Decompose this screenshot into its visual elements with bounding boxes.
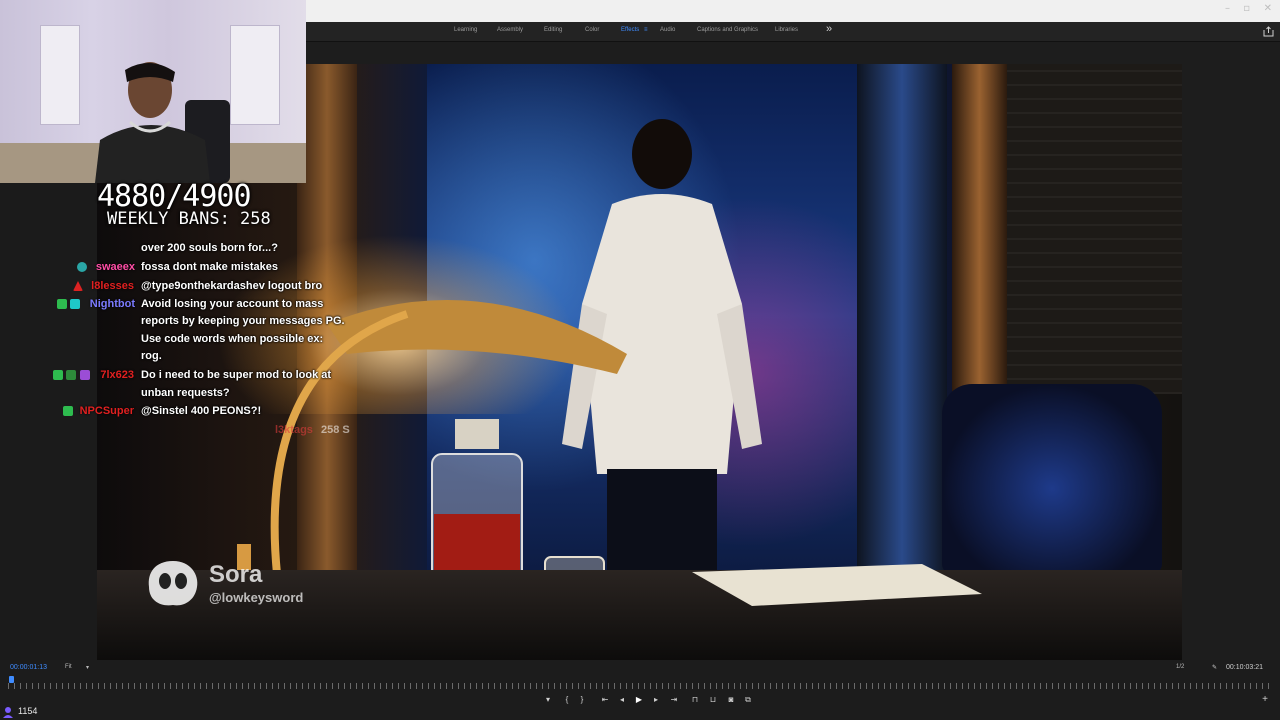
chat-username: swaeex	[95, 261, 135, 273]
comparison-view-icon[interactable]: ⧉	[743, 695, 753, 705]
door	[230, 25, 280, 125]
badge-icon	[70, 299, 80, 309]
maximize-icon[interactable]: ▫	[1243, 3, 1250, 14]
duration-timecode: 00:10:03:21	[1226, 664, 1263, 671]
chat-username: l8lesses	[91, 280, 134, 292]
door	[40, 25, 80, 125]
chat-username: NPCSuper	[79, 405, 134, 417]
badge-icon	[53, 370, 63, 380]
chat-username	[133, 242, 136, 254]
chat-message: unban requests?	[141, 387, 230, 399]
share-icon[interactable]	[1263, 26, 1274, 37]
sora-logo-icon	[148, 561, 198, 606]
sora-watermark-name: Sora	[209, 561, 263, 588]
tab-color[interactable]: Color	[585, 27, 599, 33]
badge-icon	[80, 370, 90, 380]
camera-icon[interactable]: ◙	[726, 695, 736, 705]
chat-message: reports by keeping your messages PG.	[141, 315, 345, 327]
extract-icon[interactable]: ⊔	[708, 695, 718, 705]
decanter	[431, 419, 523, 594]
viewer-icon	[3, 707, 13, 718]
chat-message: @type9onthekardashev logout bro	[141, 280, 323, 292]
tab-editing[interactable]: Editing	[544, 27, 562, 33]
tab-libraries[interactable]: Libraries	[775, 27, 798, 33]
zoom-select[interactable]: Fit	[65, 664, 72, 670]
chat-message: Avoid losing your account to mass	[141, 298, 324, 310]
timeline-scrubber[interactable]	[8, 683, 1272, 689]
chevron-down-icon[interactable]: ▾	[86, 664, 89, 671]
sora-watermark-handle: @lowkeysword	[209, 590, 304, 605]
chat-message: Use code words when possible ex:	[141, 333, 324, 345]
tab-learning[interactable]: Learning	[454, 27, 477, 33]
tab-menu-icon[interactable]: ≡	[644, 27, 648, 33]
chat-message: over 200 souls born for...?	[141, 242, 278, 254]
step-back-icon[interactable]: ◂	[617, 695, 627, 705]
chat-message: Do i need to be super mod to look at	[141, 369, 332, 381]
papers	[692, 564, 982, 606]
chat-message: @Sinstel 400 PEONS?!	[141, 405, 262, 417]
chat-message: rog.	[141, 350, 162, 362]
office-chair	[942, 384, 1162, 574]
right-window-frame	[857, 64, 947, 624]
play-icon[interactable]: ▶	[634, 695, 644, 705]
chat-message: fossa dont make mistakes	[141, 261, 278, 273]
streamer	[95, 62, 230, 183]
mark-in-icon[interactable]: ▾	[543, 695, 553, 705]
current-timecode[interactable]: 00:00:01:13	[10, 664, 47, 671]
webcam-feed	[0, 0, 306, 183]
badge-icon	[63, 406, 73, 416]
playhead[interactable]	[8, 676, 14, 683]
viewer-count: 1154	[18, 706, 38, 716]
title-bar: – ▫ ✕	[306, 0, 1280, 22]
badge-icon	[66, 370, 76, 380]
chat-username: 7lx623	[100, 369, 134, 381]
minimize-icon[interactable]: –	[1225, 3, 1230, 14]
faded-username: l3ktags	[275, 424, 313, 436]
tab-assembly[interactable]: Assembly	[497, 27, 523, 33]
chalkboard	[1007, 64, 1182, 394]
badge-icon	[73, 281, 83, 291]
go-to-in-icon[interactable]: ⇤	[600, 695, 610, 705]
close-icon[interactable]: ✕	[1264, 3, 1272, 14]
weekly-bans: WEEKLY BANS: 258	[107, 209, 271, 229]
wrench-icon[interactable]: ✎	[1212, 664, 1217, 671]
transport-bar: 00:00:01:13 Fit ▾ 1/2 ✎ 00:10:03:21 ▾ { …	[0, 660, 1280, 720]
mark-out-icon[interactable]: }	[577, 695, 587, 705]
more-workspaces-icon[interactable]: »	[826, 23, 832, 35]
step-forward-icon[interactable]: ▸	[651, 695, 661, 705]
tab-captions-and-graphics[interactable]: Captions and Graphics	[697, 27, 758, 33]
workspace-bar: Learning Assembly Editing Color Effects …	[306, 22, 1280, 42]
badge-icon	[57, 299, 67, 309]
go-to-out-icon[interactable]: ⇥	[669, 695, 679, 705]
button-editor-plus-icon[interactable]: +	[1262, 694, 1268, 705]
lift-icon[interactable]: ⊓	[690, 695, 700, 705]
premiere-window: – ▫ ✕ Learning Assembly Editing Color Ef…	[0, 0, 1280, 720]
resolution-select[interactable]: 1/2	[1176, 664, 1184, 670]
chat-username: Nightbot	[89, 298, 135, 310]
badge-icon	[77, 262, 87, 272]
faded-amount: 258 S	[321, 424, 350, 436]
mark-out-icon[interactable]: {	[562, 695, 572, 705]
tab-effects[interactable]: Effects	[621, 27, 639, 33]
tab-audio[interactable]: Audio	[660, 27, 675, 33]
